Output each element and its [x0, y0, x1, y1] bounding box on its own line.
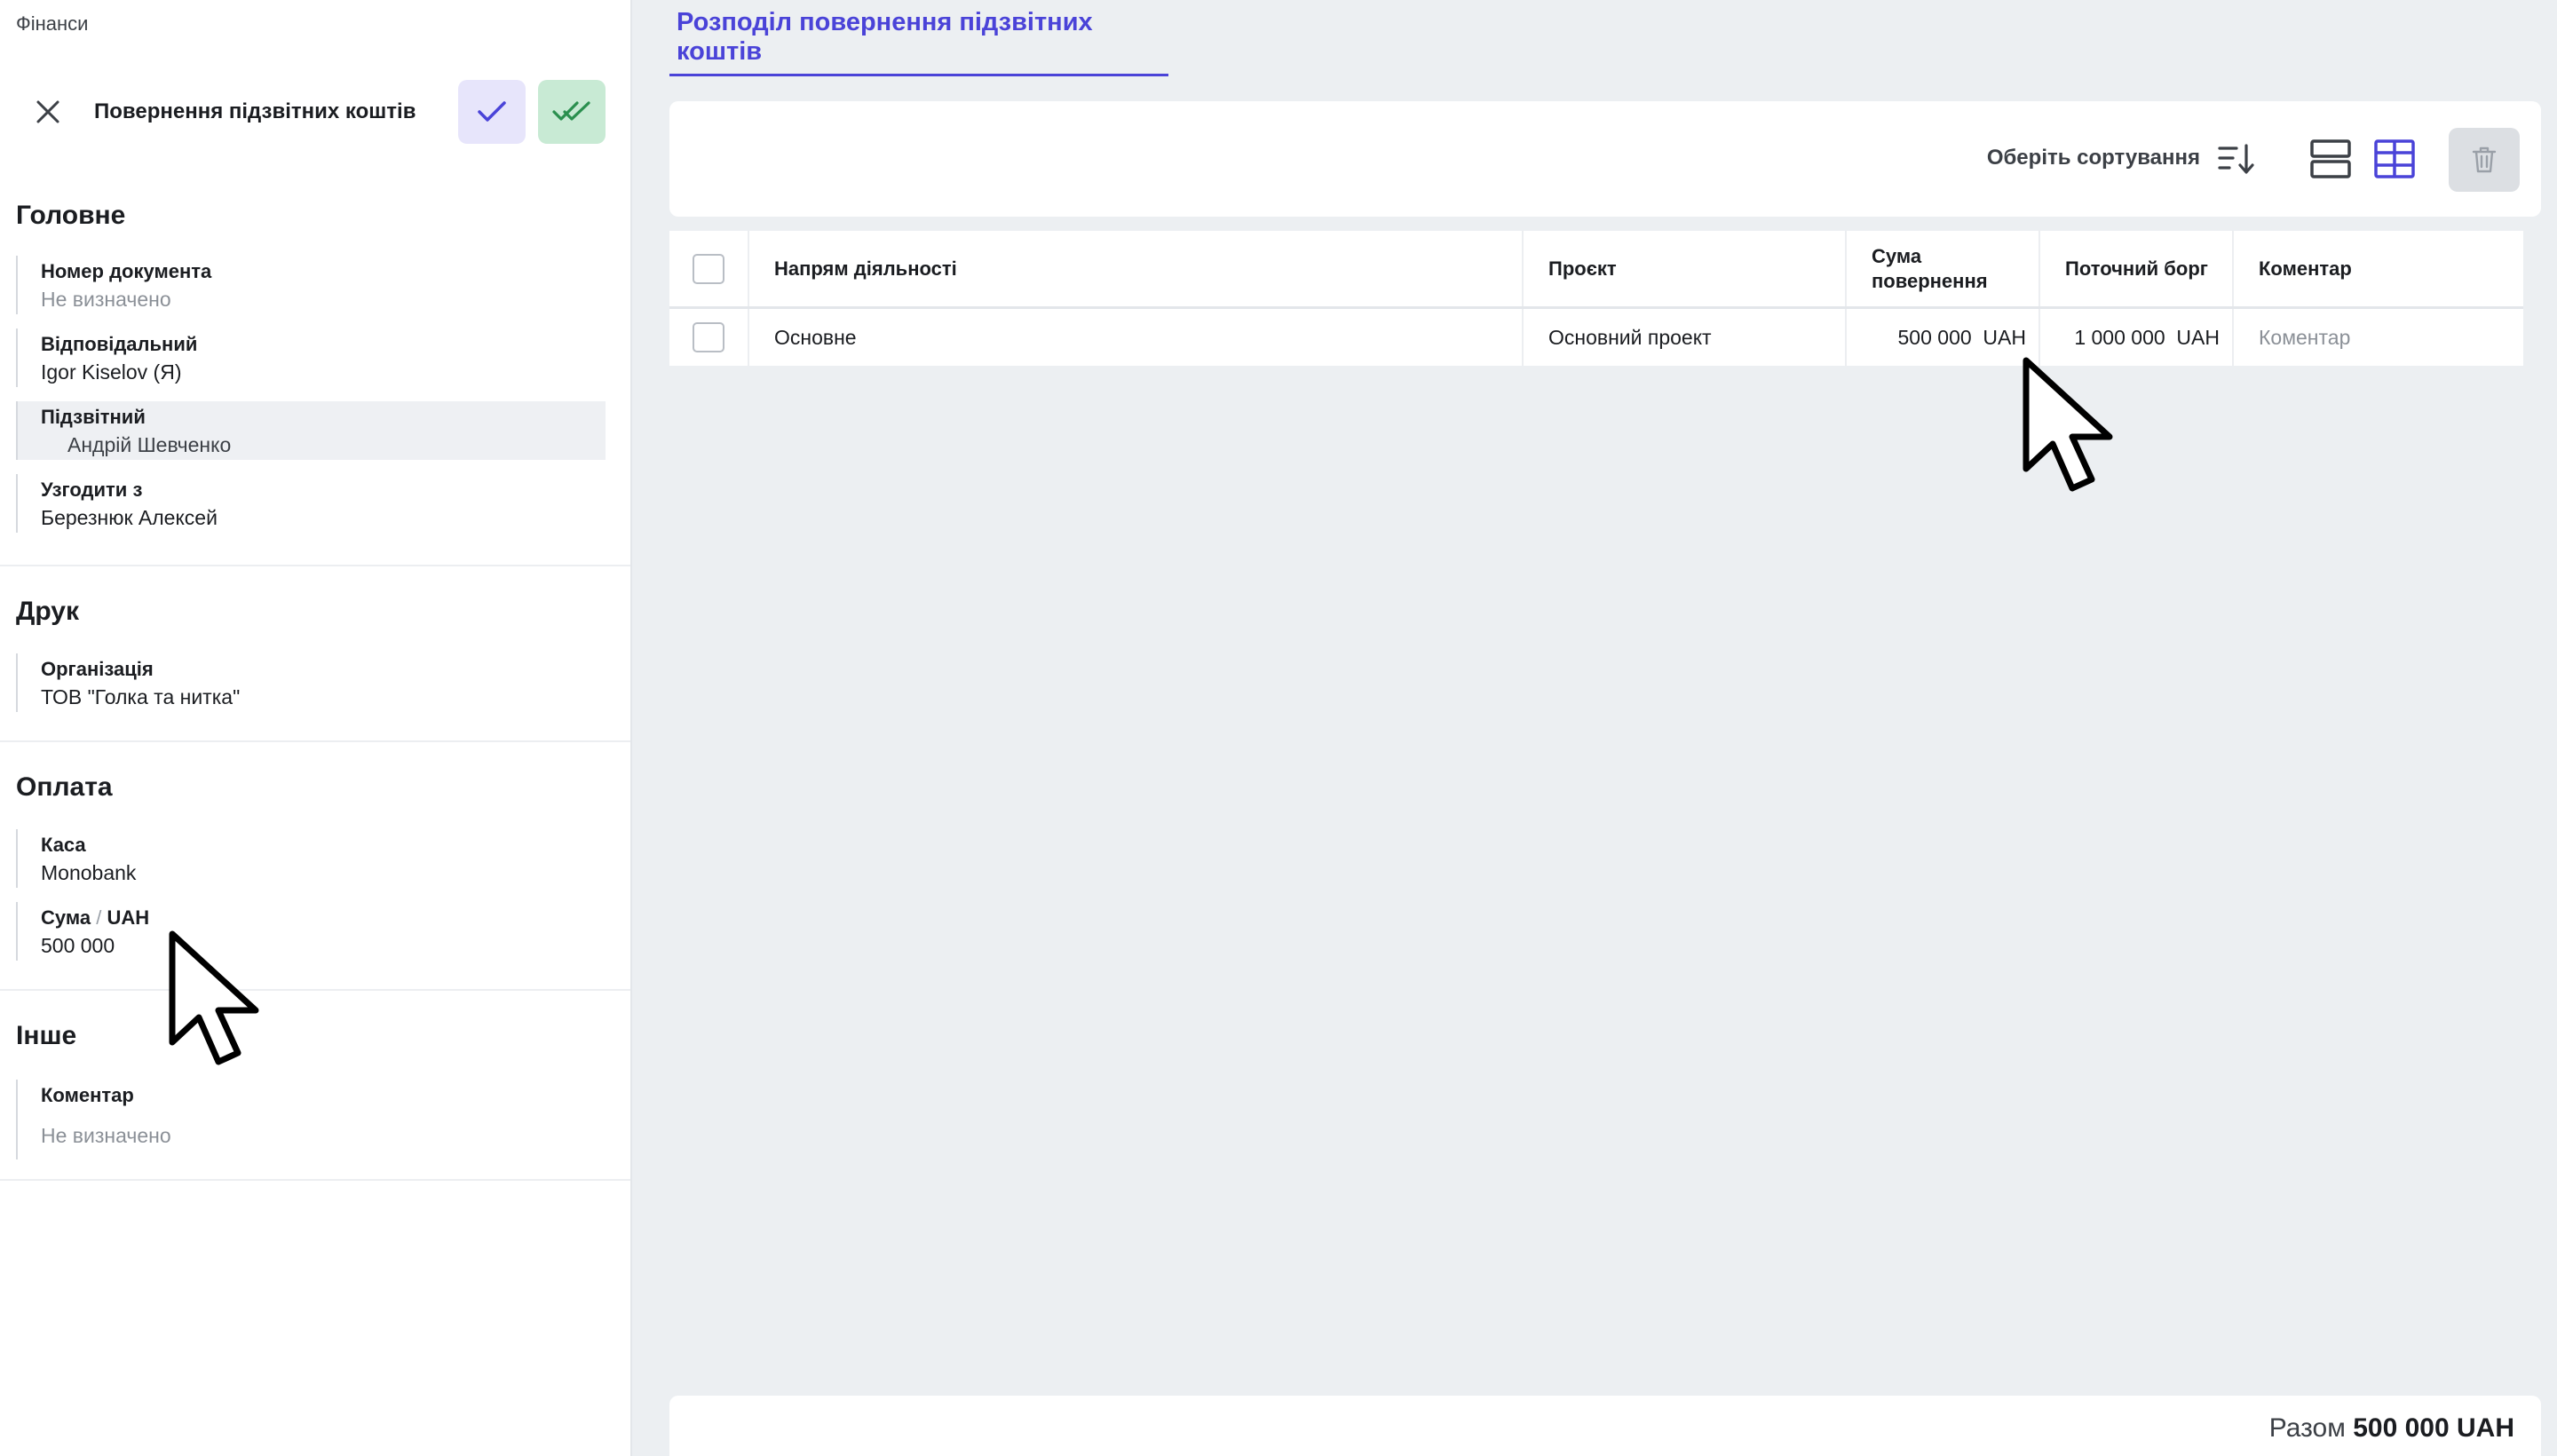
cell-return-sum[interactable]: 500 000 UAH — [1847, 309, 2040, 366]
section-title-payment: Оплата — [16, 772, 113, 802]
amount-separator: / — [96, 906, 102, 929]
cell-direction[interactable]: Основне — [749, 309, 1524, 366]
grid-view-button[interactable] — [2372, 137, 2417, 181]
header-line: повернення — [1872, 269, 1988, 292]
responsible-field[interactable]: Відповідальний Igor Kiselov (Я) — [16, 328, 606, 387]
field-label: Коментар — [41, 1084, 134, 1106]
rows-view-button[interactable] — [2308, 137, 2353, 181]
field-label: Узгодити з — [41, 479, 143, 501]
column-header-return-sum[interactable]: Сума повернення — [1847, 231, 2040, 306]
field-value: Не визначено — [41, 288, 171, 311]
table-row[interactable]: Основне Основний проект 500 000 UAH 1 00… — [669, 309, 2523, 366]
breadcrumb[interactable]: Фінанси — [16, 12, 88, 36]
table-toolbar: Оберіть сортування — [669, 101, 2541, 217]
total: Разом 500 000 UAH — [2269, 1413, 2514, 1444]
doc-number-field[interactable]: Номер документа Не визначено — [16, 256, 606, 314]
field-value: Не визначено — [41, 1124, 171, 1147]
total-value: 500 000 UAH — [2353, 1413, 2514, 1443]
comment-field[interactable]: Коментар Не визначено — [16, 1080, 606, 1159]
double-check-icon — [552, 101, 590, 121]
cell-comment[interactable]: Коментар — [2234, 309, 2523, 366]
total-label: Разом — [2268, 1413, 2346, 1443]
approve-with-field[interactable]: Узгодити з Березнюк Алексей — [16, 474, 606, 533]
rows-view-icon — [2310, 139, 2351, 178]
delete-button[interactable] — [2449, 128, 2520, 192]
document-header: Повернення підзвітних коштів — [16, 78, 606, 146]
row-select-cell — [669, 309, 749, 366]
trash-icon — [2472, 146, 2497, 173]
header-select-cell — [669, 231, 749, 306]
field-label: Організація — [41, 658, 154, 680]
field-label: Номер документа — [41, 260, 212, 282]
mouse-cursor-icon — [2023, 357, 2113, 492]
approve-and-close-button[interactable] — [538, 80, 606, 144]
sort-descending-icon — [2218, 144, 2254, 174]
grid-view-icon — [2374, 139, 2415, 178]
row-checkbox[interactable] — [693, 322, 724, 352]
field-value: Igor Kiselov (Я) — [41, 360, 182, 384]
amount-label: Сума — [41, 906, 91, 929]
column-header-direction[interactable]: Напрям діяльності — [749, 231, 1524, 306]
field-value: ТОВ "Голка та нитка" — [41, 685, 241, 708]
amount-unit: UAH — [107, 906, 150, 929]
totals-footer: Разом 500 000 UAH — [669, 1396, 2541, 1456]
section-title-other: Інше — [16, 1021, 77, 1050]
sort-direction-button[interactable] — [2214, 137, 2259, 181]
field-value: Андрій Шевченко — [67, 433, 232, 456]
column-header-comment[interactable]: Коментар — [2234, 231, 2523, 306]
header-line: Сума — [1872, 244, 1922, 267]
section-title-main: Головне — [16, 201, 126, 230]
mouse-cursor-icon — [169, 930, 259, 1065]
cell-project[interactable]: Основний проект — [1524, 309, 1847, 366]
section-main: Головне Номер документа Не визначено Від… — [0, 178, 630, 566]
table-header-row: Напрям діяльності Проєкт Сума повернення… — [669, 231, 2523, 309]
field-label: Відповідальний — [41, 333, 198, 355]
accountable-person-field[interactable]: Підзвітний Андрій Шевченко — [16, 401, 606, 460]
field-label: Підзвітний — [41, 406, 146, 428]
sort-select[interactable]: Оберіть сортування — [1987, 146, 2200, 170]
document-side-panel: Фінанси Повернення підзвітних коштів Гол… — [0, 0, 632, 1456]
amount-field[interactable]: Сума / UAH 500 000 — [16, 902, 606, 961]
field-value: Березнюк Алексей — [41, 506, 218, 529]
section-title-print: Друк — [16, 597, 80, 626]
organization-field[interactable]: Організація ТОВ "Голка та нитка" — [16, 653, 606, 712]
tab-return-distribution[interactable]: Розподіл повернення підзвітних коштів — [669, 0, 1168, 76]
column-header-current-debt[interactable]: Поточний борг — [2040, 231, 2234, 306]
approve-button[interactable] — [458, 80, 526, 144]
field-value: Monobank — [41, 861, 137, 884]
check-icon — [478, 101, 506, 122]
distribution-table: Напрям діяльності Проєкт Сума повернення… — [669, 231, 2523, 366]
section-other: Інше Коментар Не визначено — [0, 991, 630, 1181]
field-value: 500 000 — [41, 934, 115, 957]
field-label: Сума / UAH — [41, 906, 606, 930]
section-print: Друк Організація ТОВ "Голка та нитка" — [0, 566, 630, 742]
select-all-checkbox[interactable] — [693, 253, 724, 284]
column-header-project[interactable]: Проєкт — [1524, 231, 1847, 306]
close-icon — [36, 100, 59, 123]
cashbox-field[interactable]: Каса Monobank — [16, 829, 606, 888]
field-label: Каса — [41, 834, 86, 856]
section-payment: Оплата Каса Monobank Сума / UAH 500 000 — [0, 742, 630, 991]
document-title: Повернення підзвітних коштів — [94, 99, 416, 123]
close-button[interactable] — [16, 78, 80, 146]
